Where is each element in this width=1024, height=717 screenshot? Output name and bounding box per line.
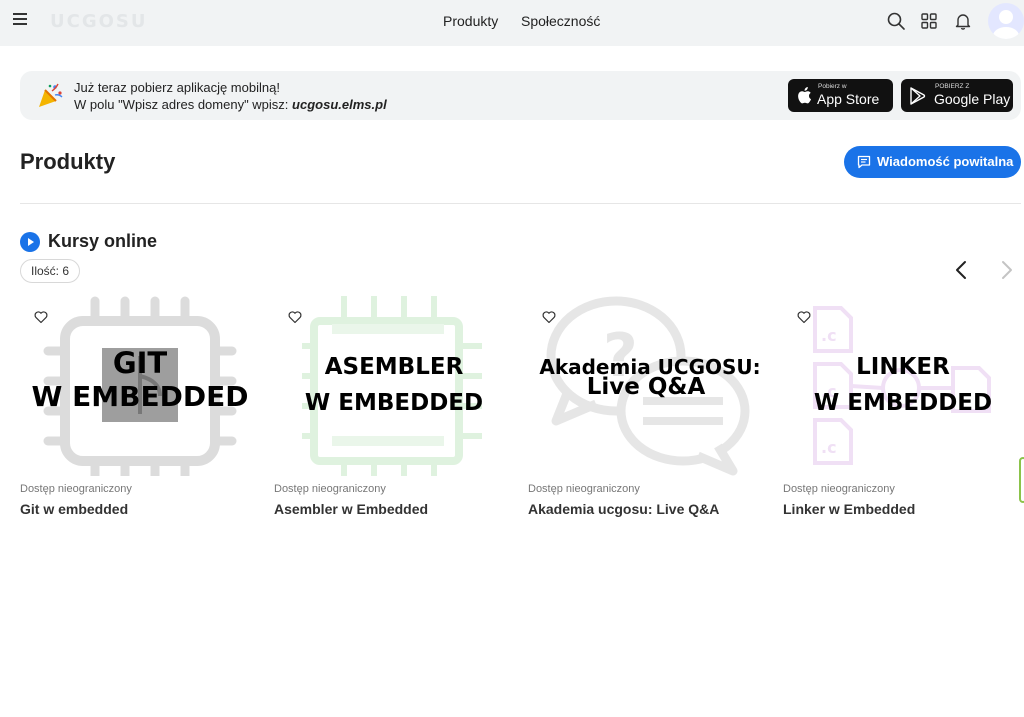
heart-icon[interactable]	[34, 310, 48, 324]
thumbnail-title-line-2: W EMBEDDED	[813, 390, 993, 416]
chip-illustration	[302, 296, 482, 476]
welcome-message-button[interactable]: Wiadomość powitalna	[844, 146, 1021, 178]
app-store-button[interactable]: Pobierz w App Store	[788, 79, 893, 112]
course-thumbnail[interactable]: ? Akademia UCGOSU: Live Q&A	[528, 296, 768, 476]
course-title[interactable]: Git w embedded	[20, 501, 128, 517]
course-title[interactable]: Linker w Embedded	[783, 501, 915, 517]
top-bar: UCGOSU Produkty Społeczność	[0, 0, 1024, 46]
app-store-label: App Store	[817, 91, 880, 107]
access-label: Dostęp nieograniczony	[783, 483, 895, 495]
google-play-label: Google Play	[934, 91, 1011, 107]
banner-line-1: Już teraz pobierz aplikację mobilną!	[74, 80, 280, 95]
chevron-left-icon[interactable]	[950, 258, 974, 282]
svg-text:.c: .c	[821, 326, 837, 345]
app-download-banner: Już teraz pobierz aplikację mobilną! W p…	[20, 71, 1021, 120]
course-title[interactable]: Akademia ucgosu: Live Q&A	[528, 501, 719, 517]
heart-icon[interactable]	[797, 310, 811, 324]
menu-icon[interactable]	[13, 13, 27, 25]
divider	[20, 203, 1021, 204]
nav-produkty[interactable]: Produkty	[443, 13, 498, 29]
bell-icon[interactable]	[953, 11, 973, 31]
chat-icon	[857, 155, 871, 169]
banner-domain: ucgosu.elms.pl	[292, 97, 387, 112]
avatar[interactable]	[988, 3, 1024, 39]
apps-grid-icon[interactable]	[919, 11, 939, 31]
course-card[interactable]: GIT W EMBEDDED Dostęp nieograniczony Git…	[20, 296, 260, 526]
course-thumbnail[interactable]: ASEMBLER W EMBEDDED	[274, 296, 514, 476]
side-widget-tab[interactable]	[1019, 457, 1024, 503]
course-card[interactable]: ASEMBLER W EMBEDDED Dostęp nieograniczon…	[274, 296, 514, 526]
page-title: Produkty	[20, 149, 116, 174]
apple-icon	[798, 87, 811, 104]
access-label: Dostęp nieograniczony	[528, 483, 640, 495]
welcome-message-label: Wiadomość powitalna	[877, 154, 1014, 169]
banner-line-2: W polu "Wpisz adres domeny" wpisz: ucgos…	[74, 97, 387, 112]
count-badge: Ilość: 6	[20, 259, 81, 283]
thumbnail-title-line-1: ASEMBLER	[324, 354, 464, 380]
course-title[interactable]: Asembler w Embedded	[274, 501, 428, 517]
files-illustration: .c.c.c	[813, 306, 991, 465]
thumbnail-title-line-1: LINKER	[856, 354, 950, 380]
search-icon[interactable]	[886, 11, 906, 31]
course-card[interactable]: ? Akademia UCGOSU: Live Q&A Dostęp nieog…	[528, 296, 768, 526]
heart-icon[interactable]	[288, 310, 302, 324]
section-title: Kursy online	[48, 231, 158, 251]
play-icon	[20, 232, 40, 252]
course-card[interactable]: .c .c .c LINKER W EMBEDDED Dostęp nieogran…	[783, 296, 1023, 526]
google-play-small-label: POBIERZ Z	[935, 83, 970, 90]
course-thumbnail[interactable]: .c .c .c LINKER W EMBEDDED	[783, 296, 1023, 476]
thumbnail-title-line-2: W EMBEDDED	[304, 390, 484, 416]
chevron-right-icon[interactable]	[994, 258, 1018, 282]
thumbnail-title-line-2: Live Q&A	[586, 374, 706, 400]
thumbnail-title-line-2: W EMBEDDED	[31, 380, 249, 413]
heart-icon[interactable]	[542, 310, 556, 324]
nav-spolecznosc[interactable]: Społeczność	[521, 13, 600, 29]
google-play-icon	[910, 87, 926, 105]
access-label: Dostęp nieograniczony	[274, 483, 386, 495]
thumbnail-title-line-1: GIT	[112, 346, 168, 380]
party-popper-icon	[39, 83, 63, 107]
logo[interactable]: UCGOSU	[50, 11, 147, 32]
course-thumbnail[interactable]: GIT W EMBEDDED	[20, 296, 260, 476]
svg-text:.c: .c	[821, 438, 837, 457]
access-label: Dostęp nieograniczony	[20, 483, 132, 495]
google-play-button[interactable]: POBIERZ Z Google Play	[901, 79, 1013, 112]
app-store-small-label: Pobierz w	[818, 83, 847, 90]
